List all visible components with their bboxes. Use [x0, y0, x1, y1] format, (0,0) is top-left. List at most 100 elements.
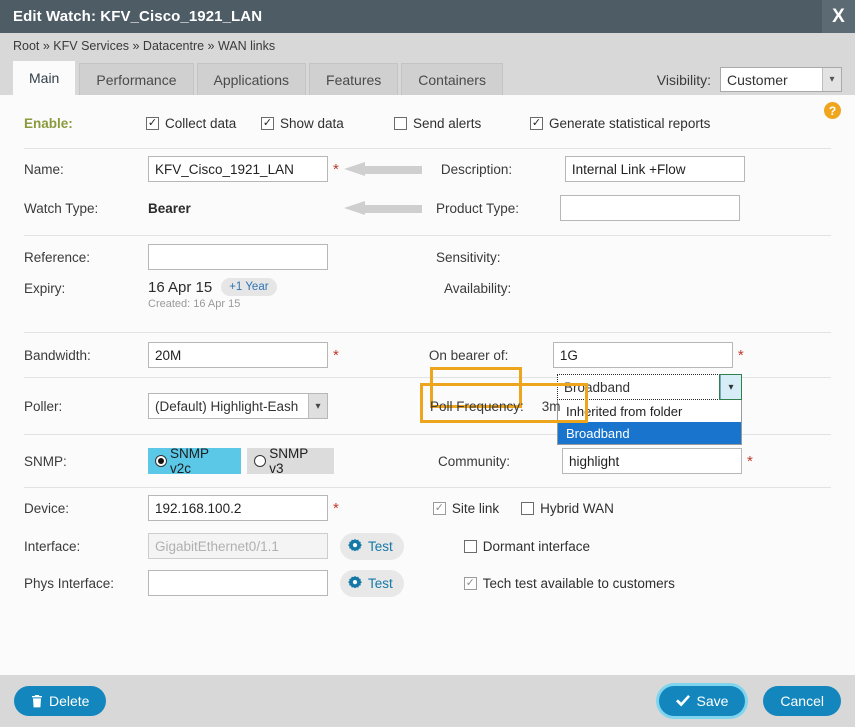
- check-icon: [676, 695, 690, 707]
- tab-performance[interactable]: Performance: [79, 63, 193, 95]
- checkbox-collect-data[interactable]: ✓ Collect data: [146, 116, 261, 131]
- product-type-label: Product Type:: [436, 201, 560, 216]
- tab-features[interactable]: Features: [309, 63, 398, 95]
- delete-button[interactable]: Delete: [14, 686, 106, 716]
- checkbox-box: ✓: [530, 117, 543, 130]
- reference-row: Reference: Sensitivity:: [0, 236, 855, 278]
- checkbox-hybrid-wan[interactable]: Hybrid WAN: [521, 501, 614, 516]
- radio-dot: [254, 455, 266, 467]
- description-label: Description:: [441, 162, 565, 177]
- checkbox-send-alerts[interactable]: Send alerts: [394, 116, 530, 131]
- bandwidth-label: Bandwidth:: [24, 348, 148, 363]
- expiry-extend-badge[interactable]: +1 Year: [221, 278, 276, 296]
- cancel-button[interactable]: Cancel: [763, 686, 841, 716]
- description-input[interactable]: Internal Link +Flow: [565, 156, 745, 182]
- snmp-row: SNMP: SNMP v2c SNMP v3 Community: highli…: [0, 435, 855, 487]
- visibility-label: Visibility:: [657, 72, 711, 88]
- checkbox-label: Dormant interface: [483, 539, 590, 554]
- checkbox-box: [394, 117, 407, 130]
- checkbox-label: Send alerts: [413, 116, 481, 131]
- availability-label: Availability:: [444, 278, 568, 296]
- required-asterisk: *: [333, 501, 339, 516]
- dialog-footer: Delete Save Cancel: [0, 675, 855, 727]
- checkbox-label: Hybrid WAN: [540, 501, 614, 516]
- delete-label: Delete: [49, 693, 89, 709]
- name-input[interactable]: KFV_Cisco_1921_LAN: [148, 156, 328, 182]
- dialog-title: Edit Watch: KFV_Cisco_1921_LAN: [0, 8, 262, 25]
- bandwidth-input[interactable]: 20M: [148, 342, 328, 368]
- checkbox-label: Site link: [452, 501, 499, 516]
- checkbox-box: [521, 502, 534, 515]
- watch-type-value: Bearer: [148, 201, 334, 216]
- radio-label: SNMP v2c: [170, 446, 231, 476]
- enable-row: Enable: ✓ Collect data ✓ Show data Send …: [0, 95, 855, 140]
- name-label: Name:: [24, 162, 148, 177]
- edit-watch-dialog: Edit Watch: KFV_Cisco_1921_LAN X Root » …: [0, 0, 855, 727]
- name-row: Name: KFV_Cisco_1921_LAN * Description: …: [0, 149, 855, 189]
- interface-label: Interface:: [24, 539, 148, 554]
- save-button[interactable]: Save: [659, 686, 745, 716]
- snmp-version-group: SNMP v2c SNMP v3: [148, 448, 334, 474]
- phys-interface-label: Phys Interface:: [24, 576, 148, 591]
- required-asterisk: *: [738, 348, 744, 363]
- radio-snmp-v3[interactable]: SNMP v3: [247, 448, 334, 474]
- expiry-row: Expiry: 16 Apr 15 +1 Year Created: 16 Ap…: [0, 278, 855, 330]
- required-asterisk: *: [747, 454, 753, 469]
- interface-test-button[interactable]: Test: [340, 533, 404, 560]
- checkbox-label: Generate statistical reports: [549, 116, 710, 131]
- device-input[interactable]: 192.168.100.2: [148, 495, 328, 521]
- visibility-select[interactable]: Customer ▾: [720, 67, 842, 92]
- community-label: Community:: [438, 454, 562, 469]
- sensitivity-label: Sensitivity:: [436, 250, 560, 265]
- gear-icon: [348, 539, 362, 553]
- poll-frequency-group: Poll Frequency: 3m: [430, 399, 561, 414]
- community-input[interactable]: highlight: [562, 448, 742, 474]
- poll-frequency-value: 3m: [542, 399, 561, 414]
- enable-label: Enable:: [24, 116, 146, 131]
- phys-interface-input[interactable]: [148, 570, 328, 596]
- expiry-label: Expiry:: [24, 278, 148, 296]
- reference-input[interactable]: [148, 244, 328, 270]
- checkbox-box: ✓: [433, 502, 446, 515]
- tab-applications[interactable]: Applications: [197, 63, 307, 95]
- radio-label: SNMP v3: [269, 446, 324, 476]
- annotation-arrow-name: [344, 162, 422, 177]
- checkbox-dormant-interface[interactable]: Dormant interface: [464, 539, 590, 554]
- phys-interface-test-button[interactable]: Test: [340, 570, 404, 597]
- snmp-label: SNMP:: [24, 454, 148, 469]
- trash-icon: [31, 695, 43, 708]
- poller-select[interactable]: (Default) Highlight-Eash ▾: [148, 393, 328, 419]
- poll-frequency-label: Poll Frequency:: [430, 399, 524, 414]
- product-type-input[interactable]: [560, 195, 740, 221]
- test-label: Test: [368, 576, 393, 591]
- on-bearer-label: On bearer of:: [429, 348, 553, 363]
- checkbox-tech-test[interactable]: ✓ Tech test available to customers: [464, 576, 675, 591]
- checkbox-box: ✓: [261, 117, 274, 130]
- checkbox-site-link[interactable]: ✓ Site link: [433, 501, 499, 516]
- phys-interface-row: Phys Interface: Test ✓ Tech test availab…: [0, 564, 855, 602]
- checkbox-generate-statistical-reports[interactable]: ✓ Generate statistical reports: [530, 116, 710, 131]
- interface-row: Interface: GigabitEthernet0/1.1 Test Dor…: [0, 528, 855, 564]
- watch-type-label: Watch Type:: [24, 201, 148, 216]
- close-icon[interactable]: X: [822, 0, 855, 33]
- breadcrumb[interactable]: Root » KFV Services » Datacentre » WAN l…: [0, 33, 855, 59]
- chevron-down-icon: ▾: [308, 394, 327, 418]
- chevron-down-icon: ▾: [822, 68, 841, 91]
- poller-row: Poller: (Default) Highlight-Eash ▾ Poll …: [0, 378, 855, 434]
- radio-dot: [155, 455, 167, 467]
- checkbox-box: ✓: [146, 117, 159, 130]
- expiry-value-group: 16 Apr 15 +1 Year Created: 16 Apr 15: [148, 278, 336, 310]
- interface-input[interactable]: GigabitEthernet0/1.1: [148, 533, 328, 559]
- tab-containers[interactable]: Containers: [401, 63, 503, 95]
- radio-snmp-v2c[interactable]: SNMP v2c: [148, 448, 241, 474]
- tab-main[interactable]: Main: [12, 60, 76, 95]
- bandwidth-row: Bandwidth: 20M * On bearer of: 1G *: [0, 333, 855, 377]
- checkbox-label: Collect data: [165, 116, 236, 131]
- annotation-arrow-watch-type: [344, 201, 422, 216]
- title-bar: Edit Watch: KFV_Cisco_1921_LAN X: [0, 0, 855, 33]
- on-bearer-input[interactable]: 1G: [553, 342, 733, 368]
- checkbox-label: Tech test available to customers: [483, 576, 675, 591]
- checkbox-box: [464, 540, 477, 553]
- checkbox-show-data[interactable]: ✓ Show data: [261, 116, 394, 131]
- gear-icon: [348, 576, 362, 590]
